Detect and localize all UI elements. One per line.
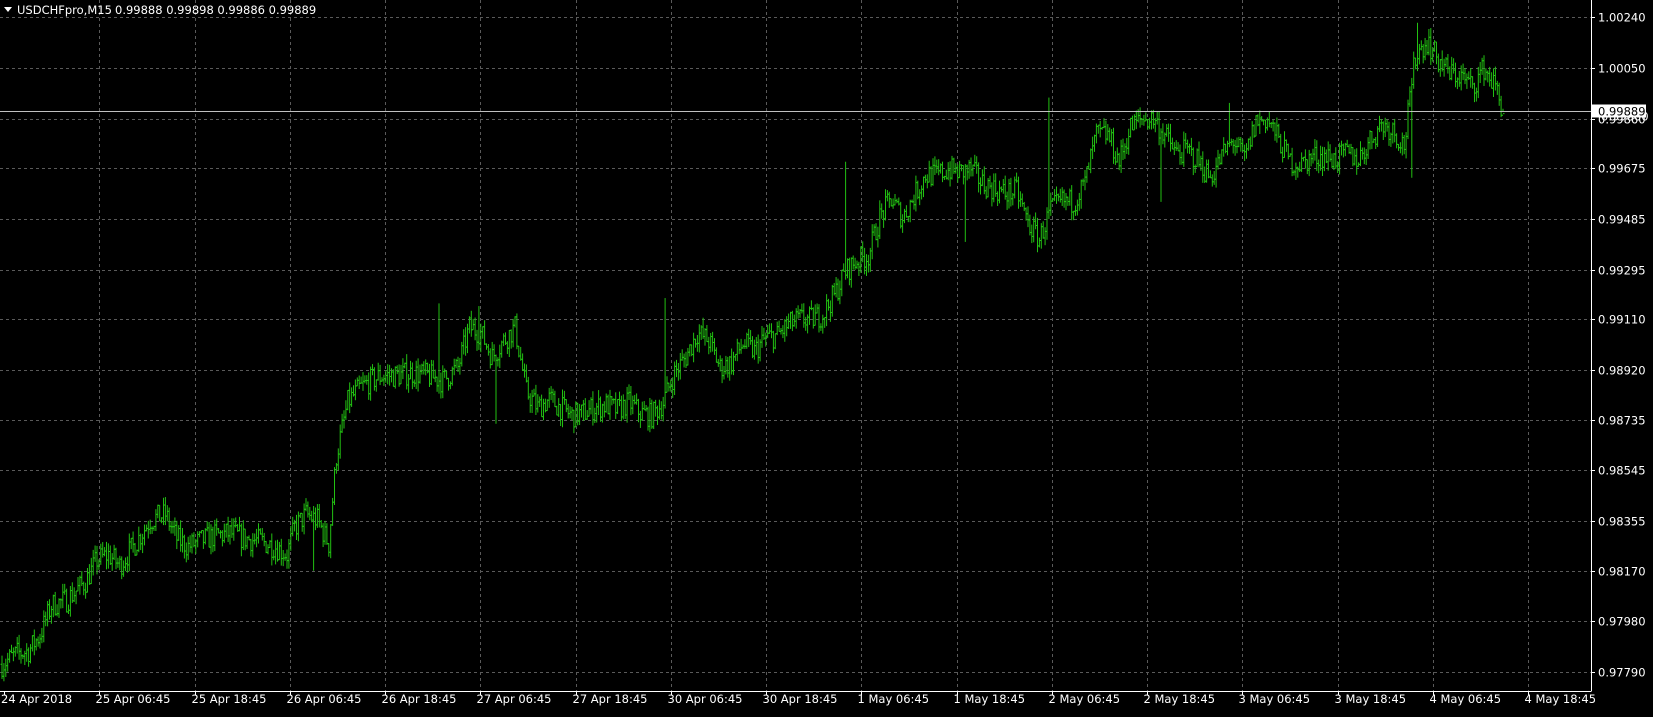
time-tick-label: 26 Apr 18:45 [382,692,457,706]
price-tick-label: 0.97980 [1598,615,1646,629]
price-tick-label: 0.99675 [1598,162,1646,176]
chart-background [0,0,1653,713]
price-tick-label: 0.97790 [1598,666,1646,680]
chart-window[interactable]: 1.00240 1.00050 0.99860 0.99675 0.99485 0.992… [0,0,1653,713]
price-tick-label: 1.00240 [1598,11,1646,25]
price-tick-label: 0.98170 [1598,565,1646,579]
time-tick-label: 3 May 18:45 [1335,692,1407,706]
price-tick-label: 0.99110 [1598,313,1646,327]
ohlc-label: 0.99888 0.99898 0.99886 0.99889 [115,3,316,17]
chart-header: USDCHFpro,M15 0.99888 0.99898 0.99886 0.… [4,3,316,17]
time-tick-label: 1 May 06:45 [858,692,930,706]
time-tick-label: 25 Apr 18:45 [192,692,267,706]
time-tick-label: 2 May 06:45 [1049,692,1121,706]
time-tick-label: 4 May 18:45 [1525,692,1597,706]
price-tick-label: 0.98735 [1598,414,1646,428]
price-tick-label: 1.00050 [1598,62,1646,76]
time-tick-label: 2 May 18:45 [1144,692,1216,706]
symbol-label: USDCHFpro,M15 [17,3,112,17]
price-tick-label: 0.98920 [1598,364,1646,378]
price-tick-label: 0.98545 [1598,464,1646,478]
time-tick-label: 27 Apr 06:45 [477,692,552,706]
time-axis: 24 Apr 2018 25 Apr 06:45 25 Apr 18:45 26 Ap… [1,691,1596,706]
price-tick-label: 0.99295 [1598,264,1646,278]
time-tick-label: 25 Apr 06:45 [96,692,171,706]
time-tick-label: 26 Apr 06:45 [287,692,362,706]
time-tick-label: 27 Apr 18:45 [573,692,648,706]
price-tick-label: 0.98355 [1598,515,1646,529]
time-tick-label: 24 Apr 2018 [1,692,72,706]
price-tick-label: 0.99485 [1598,213,1646,227]
time-tick-label: 4 May 06:45 [1430,692,1502,706]
current-price-label: 0.99889 [1598,105,1646,119]
time-tick-label: 3 May 06:45 [1239,692,1311,706]
time-tick-label: 30 Apr 06:45 [668,692,743,706]
time-tick-label: 30 Apr 18:45 [763,692,838,706]
time-tick-label: 1 May 18:45 [954,692,1026,706]
price-chart[interactable]: 1.002401.000500.998600.996750.994850.992… [0,0,1653,713]
